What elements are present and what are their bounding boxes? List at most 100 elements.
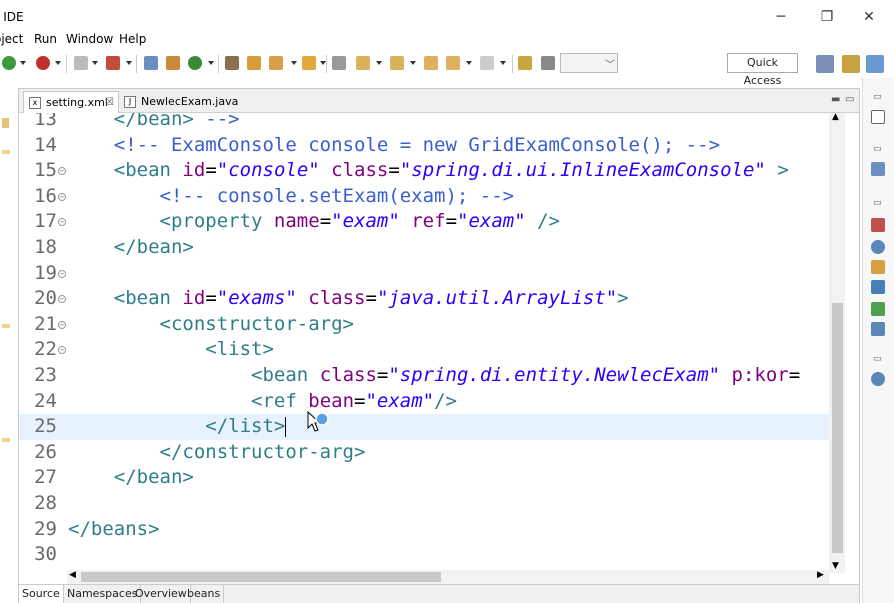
open-perspective-icon[interactable] bbox=[816, 55, 834, 73]
build-icon[interactable] bbox=[144, 56, 158, 70]
pin-icon[interactable] bbox=[518, 56, 532, 70]
console-icon[interactable] bbox=[871, 280, 885, 294]
toolbar-combo[interactable]: ﹀ bbox=[560, 53, 618, 73]
code-line[interactable]: 17− <property name="exam" ref="exam" /> bbox=[19, 209, 829, 235]
line-number: 22 bbox=[34, 338, 57, 361]
scroll-up-icon[interactable]: ▲ bbox=[832, 112, 839, 122]
minimize-view-icon[interactable]: ▬ bbox=[831, 94, 840, 105]
code-editor[interactable]: 13 </bean> --> 14 <!-- ExamConsole consol… bbox=[19, 113, 829, 578]
tab-overview[interactable]: Overview bbox=[132, 585, 191, 603]
stop-icon[interactable] bbox=[74, 56, 88, 70]
vertical-scroll-thumb[interactable] bbox=[832, 303, 843, 553]
code-line[interactable]: 15− <bean id="console" class="spring.di.… bbox=[19, 158, 829, 184]
fold-toggle-icon[interactable]: − bbox=[58, 167, 66, 176]
code-line[interactable]: 21− <constructor-arg> bbox=[19, 312, 829, 338]
java-file-icon: J bbox=[124, 96, 136, 108]
maximize-view-icon[interactable]: ▭ bbox=[845, 94, 854, 105]
code-line[interactable]: 13 </bean> --> bbox=[19, 113, 829, 133]
code-text: <!-- console.setExam(exam); --> bbox=[159, 184, 515, 207]
code-line[interactable]: 22− <list> bbox=[19, 337, 829, 363]
restore-icon[interactable]: ▭ bbox=[873, 144, 882, 154]
code-line[interactable]: 16− <!-- console.setExam(exam); --> bbox=[19, 184, 829, 210]
code-line[interactable]: 19− bbox=[19, 261, 829, 287]
code-line[interactable]: 18 </bean> bbox=[19, 235, 829, 261]
annotation-icon[interactable] bbox=[332, 56, 346, 70]
tab-source[interactable]: Source bbox=[19, 585, 64, 603]
code-line[interactable]: 29 </beans> bbox=[19, 517, 829, 543]
fold-toggle-icon[interactable]: − bbox=[58, 218, 66, 227]
tab-beans[interactable]: beans bbox=[184, 585, 225, 603]
java-perspective-icon[interactable] bbox=[866, 55, 884, 73]
restore-icon[interactable]: ▭ bbox=[873, 198, 882, 208]
snippets-icon[interactable] bbox=[871, 322, 885, 336]
fold-toggle-icon[interactable]: − bbox=[58, 192, 66, 201]
open-folder-icon[interactable] bbox=[247, 56, 261, 70]
code-line[interactable]: 23 <bean class="spring.di.entity.NewlecE… bbox=[19, 363, 829, 389]
grid-icon[interactable] bbox=[541, 56, 555, 70]
hierarchy-icon[interactable] bbox=[871, 162, 885, 176]
search-tool-icon[interactable] bbox=[269, 56, 283, 70]
chevron-down-icon: ﹀ bbox=[605, 60, 615, 71]
code-text: <!-- ExamConsole console = new GridExamC… bbox=[113, 133, 721, 156]
line-number: 18 bbox=[34, 236, 57, 258]
close-button[interactable]: ✕ bbox=[854, 6, 884, 28]
code-line[interactable]: 24 <ref bean="exam"/> bbox=[19, 389, 829, 415]
vertical-scrollbar[interactable]: ▲ ▼ bbox=[829, 112, 845, 573]
code-line[interactable]: 27 </bean> bbox=[19, 465, 829, 491]
forward-icon[interactable] bbox=[480, 56, 494, 70]
task-icon[interactable] bbox=[302, 56, 316, 70]
servers-icon[interactable] bbox=[871, 218, 885, 232]
line-number: 19 bbox=[34, 261, 57, 284]
tab-namespaces[interactable]: Namespaces bbox=[64, 585, 142, 603]
data-source-icon[interactable] bbox=[871, 302, 885, 316]
scroll-right-icon[interactable]: ▶ bbox=[817, 570, 824, 580]
horizontal-scrollbar[interactable]: ◀ ▶ bbox=[67, 570, 829, 584]
code-line[interactable]: 14 <!-- ExamConsole console = new GridEx… bbox=[19, 133, 829, 159]
declaration-icon[interactable] bbox=[871, 260, 885, 274]
close-icon[interactable]: ☒ bbox=[105, 92, 114, 114]
line-number: 21 bbox=[34, 312, 57, 335]
tab-setting-xml[interactable]: x setting.xml ☒ bbox=[23, 91, 119, 113]
minimize-button[interactable]: ─ bbox=[766, 6, 796, 28]
scroll-left-icon[interactable]: ◀ bbox=[69, 570, 76, 580]
package-icon[interactable] bbox=[166, 56, 180, 70]
javadoc-icon[interactable] bbox=[871, 240, 885, 254]
code-text: <ref bean="exam"/> bbox=[251, 389, 457, 412]
restore-icon[interactable]: ▭ bbox=[873, 354, 882, 364]
help-icon[interactable] bbox=[871, 372, 885, 386]
quick-access-input[interactable]: Quick Access bbox=[727, 53, 798, 87]
run-config-icon[interactable] bbox=[106, 56, 120, 70]
code-line[interactable]: 30 bbox=[19, 542, 829, 568]
back-icon[interactable] bbox=[446, 56, 460, 70]
open-type-icon[interactable] bbox=[225, 56, 239, 70]
fold-toggle-icon[interactable]: − bbox=[58, 320, 66, 329]
outline-icon[interactable] bbox=[871, 110, 885, 124]
last-edit-icon[interactable] bbox=[424, 56, 438, 70]
window-title: e IDE bbox=[0, 10, 24, 24]
fold-toggle-icon[interactable]: − bbox=[58, 346, 66, 355]
code-text: <bean id="exams" class="java.util.ArrayL… bbox=[113, 287, 629, 310]
fold-toggle-icon[interactable]: − bbox=[58, 295, 66, 304]
scroll-down-icon[interactable]: ▼ bbox=[832, 561, 839, 571]
code-line[interactable]: 26 </constructor-arg> bbox=[19, 440, 829, 466]
new-icon[interactable] bbox=[2, 56, 16, 70]
menu-help[interactable]: Help bbox=[119, 32, 146, 46]
next-annotation-icon[interactable] bbox=[356, 56, 370, 70]
title-bar: e IDE ─ ❐ ✕ bbox=[0, 0, 894, 32]
run-icon[interactable] bbox=[188, 56, 202, 70]
horizontal-scroll-thumb[interactable] bbox=[81, 572, 441, 582]
prev-annotation-icon[interactable] bbox=[390, 56, 404, 70]
menu-run[interactable]: Run bbox=[34, 32, 57, 46]
tab-newlecexam-java[interactable]: J NewlecExam.java bbox=[119, 91, 238, 113]
fold-toggle-icon[interactable]: − bbox=[58, 269, 66, 278]
code-line[interactable]: 25 </list> bbox=[19, 414, 829, 440]
debug-icon[interactable] bbox=[36, 56, 50, 70]
menu-window[interactable]: Window bbox=[66, 32, 113, 46]
code-text: <list> bbox=[205, 338, 274, 361]
restore-icon[interactable]: ▭ bbox=[873, 92, 882, 102]
java-ee-perspective-icon[interactable] bbox=[842, 55, 860, 73]
code-line[interactable]: 28 bbox=[19, 491, 829, 517]
menu-project[interactable]: oject bbox=[0, 32, 23, 46]
maximize-button[interactable]: ❐ bbox=[812, 6, 842, 28]
code-line[interactable]: 20− <bean id="exams" class="java.util.Ar… bbox=[19, 286, 829, 312]
